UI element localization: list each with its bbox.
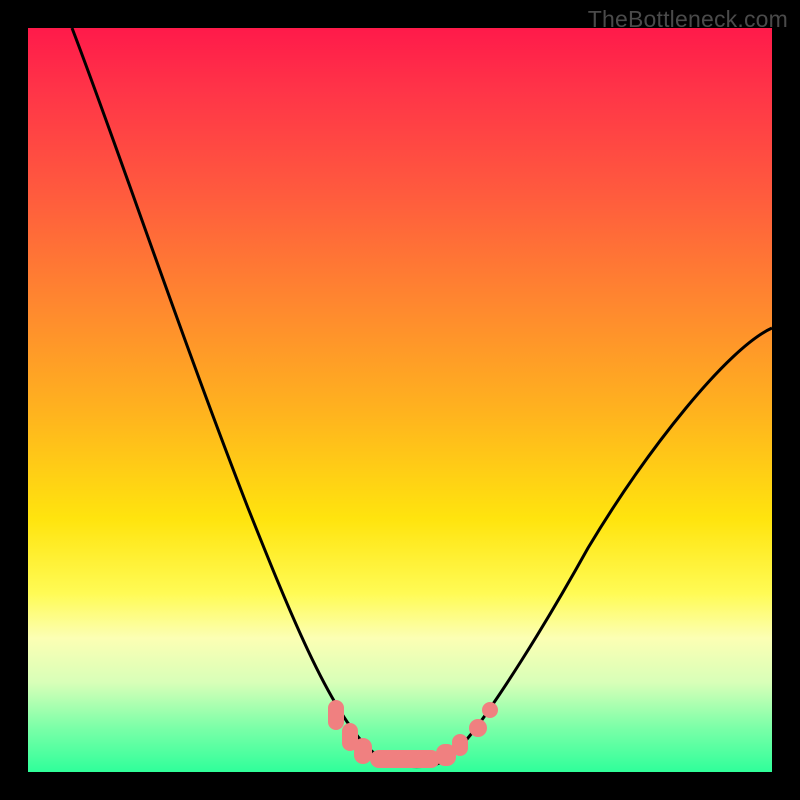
outer-frame: TheBottleneck.com [0, 0, 800, 800]
chart-svg [28, 28, 772, 772]
bottom-highlight-group [328, 700, 498, 768]
gradient-plot-area [28, 28, 772, 772]
bottleneck-curve-path [72, 28, 772, 767]
